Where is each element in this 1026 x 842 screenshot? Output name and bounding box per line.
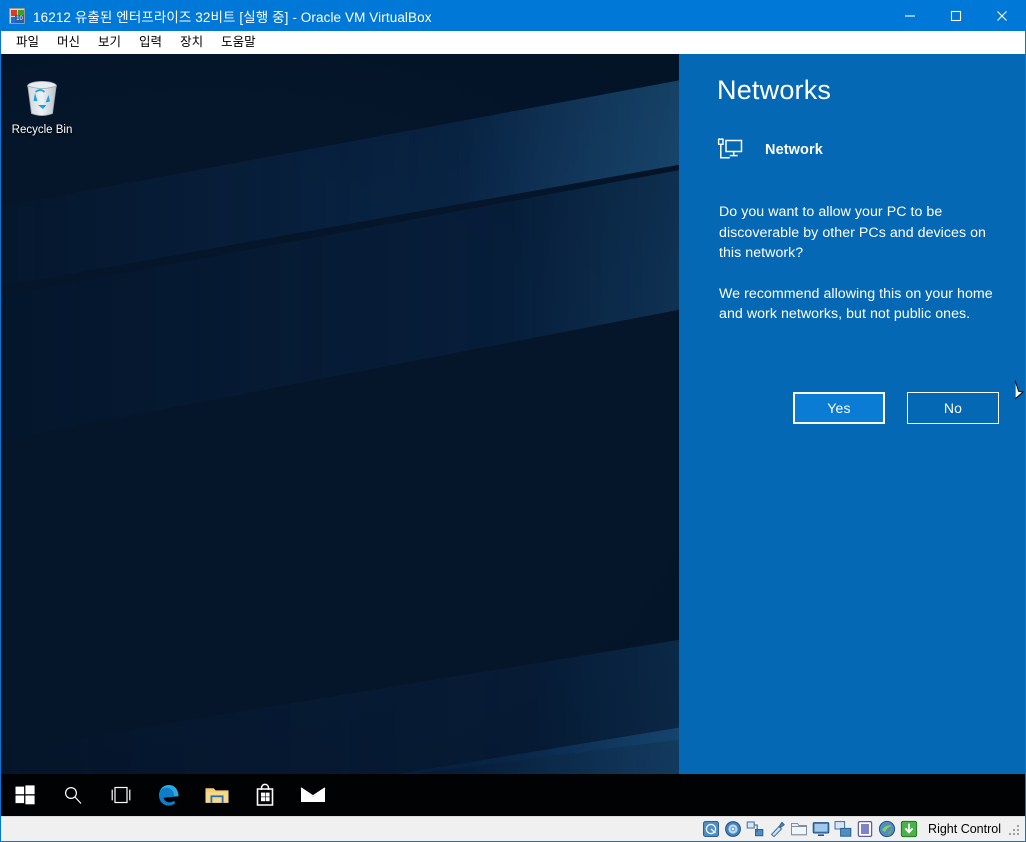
folder-icon: [205, 788, 229, 803]
store-button[interactable]: [241, 774, 289, 816]
desktop-icon-label: Recycle Bin: [11, 124, 73, 136]
usb-icon[interactable]: [768, 820, 786, 838]
remote-desktop-icon[interactable]: [834, 820, 852, 838]
task-view-button[interactable]: [97, 774, 145, 816]
task-view-icon: [111, 786, 131, 804]
minimize-button[interactable]: [887, 1, 933, 31]
mail-button[interactable]: [289, 774, 337, 816]
display-icon[interactable]: [812, 820, 830, 838]
network-name: Network: [765, 142, 823, 158]
flyout-title: Networks: [717, 75, 832, 105]
guest-additions-icon[interactable]: [878, 820, 896, 838]
edge-button[interactable]: [145, 774, 193, 816]
recording-icon[interactable]: [856, 820, 874, 838]
window-controls: [887, 1, 1025, 31]
store-bag-icon: [256, 783, 274, 806]
vm-guest-screen[interactable]: Recycle Bin Networks Network Do you want…: [1, 54, 1025, 816]
window-title-bar: 10 16212 유출된 엔터프라이즈 32비트 [실행 중] - Oracle…: [1, 1, 1025, 31]
file-explorer-button[interactable]: [193, 774, 241, 816]
menu-item-help[interactable]: 도움말: [212, 32, 265, 52]
edge-browser-icon: [159, 785, 179, 806]
network-entry[interactable]: Network: [717, 138, 823, 162]
virtualbox-vm-icon: 10: [9, 8, 25, 24]
menu-item-input[interactable]: 입력: [130, 32, 171, 52]
hard-disk-icon[interactable]: [702, 820, 720, 838]
menu-bar: 파일 머신 보기 입력 장치 도움말: [1, 31, 1025, 54]
search-button[interactable]: [49, 774, 97, 816]
maximize-button[interactable]: [933, 1, 979, 31]
flyout-button-row: Yes No: [719, 392, 999, 424]
flyout-body: Do you want to allow your PC to be disco…: [719, 202, 995, 345]
virtualbox-status-bar: Right Control: [1, 816, 1025, 841]
menu-item-devices[interactable]: 장치: [171, 32, 212, 52]
flyout-paragraph-recommendation: We recommend allowing this on your home …: [719, 285, 993, 323]
close-button[interactable]: [979, 1, 1025, 31]
search-icon: [64, 786, 82, 804]
recycle-bin-icon: [21, 76, 63, 120]
mouse-pointer-icon: [1014, 379, 1025, 401]
mouse-integration-icon[interactable]: [900, 820, 918, 838]
menu-item-file[interactable]: 파일: [7, 32, 48, 52]
start-button[interactable]: [1, 774, 49, 816]
windows-logo-icon: [15, 785, 35, 805]
flyout-paragraph-question: Do you want to allow your PC to be disco…: [719, 204, 986, 261]
host-key-label: Right Control: [928, 822, 1001, 836]
resize-grip[interactable]: [1009, 823, 1021, 835]
optical-disk-icon[interactable]: [724, 820, 742, 838]
no-button[interactable]: No: [907, 392, 999, 424]
desktop-icon-recycle-bin[interactable]: Recycle Bin: [9, 76, 75, 137]
yes-button[interactable]: Yes: [793, 392, 885, 424]
menu-item-view[interactable]: 보기: [89, 32, 130, 52]
mail-envelope-icon: [300, 787, 326, 802]
window-title: 16212 유출된 엔터프라이즈 32비트 [실행 중] - Oracle VM…: [33, 10, 432, 25]
virtualbox-window: 10 16212 유출된 엔터프라이즈 32비트 [실행 중] - Oracle…: [0, 0, 1026, 842]
ethernet-network-icon: [717, 138, 743, 162]
windows-taskbar: [1, 774, 1025, 816]
menu-item-machine[interactable]: 머신: [48, 32, 89, 52]
network-adapter-icon[interactable]: [746, 820, 764, 838]
shared-folder-icon[interactable]: [790, 820, 808, 838]
networks-flyout: Networks Network Do you want to allow yo…: [679, 54, 1025, 816]
